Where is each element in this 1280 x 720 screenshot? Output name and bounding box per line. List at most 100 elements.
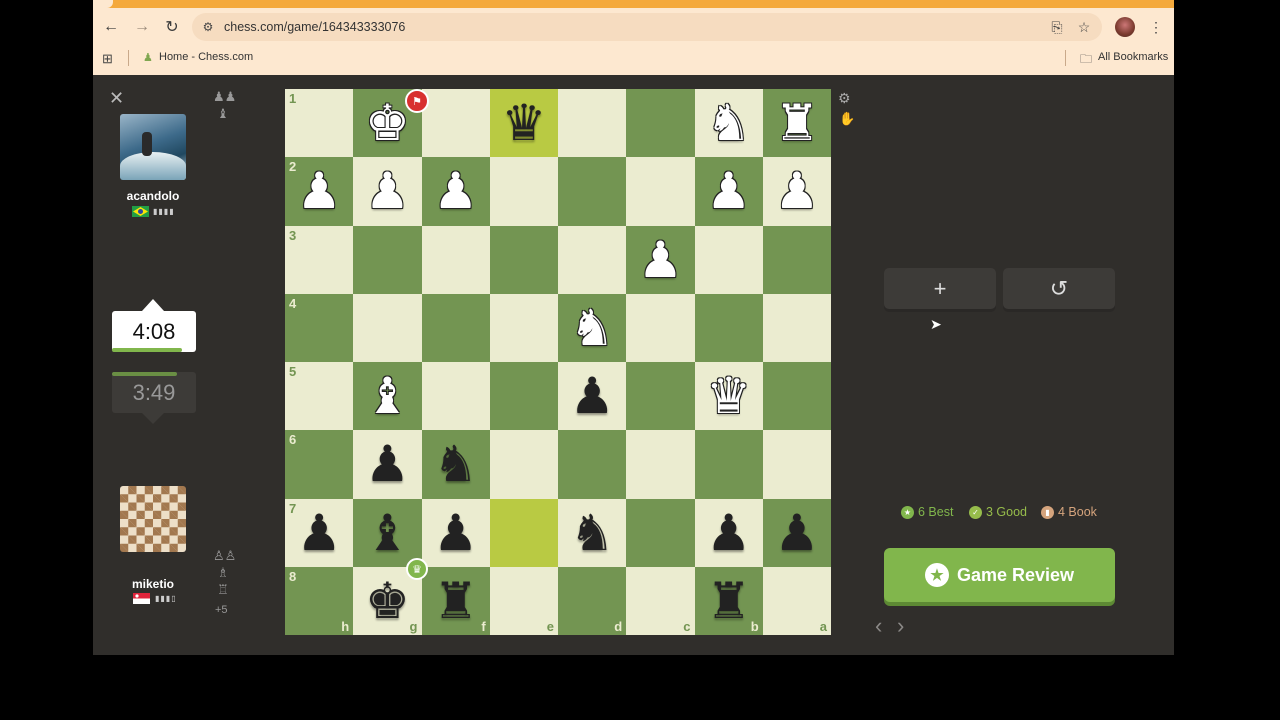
square-h4[interactable]: 4 — [285, 293, 354, 362]
square-c2[interactable] — [626, 157, 695, 226]
square-b5[interactable]: ♛ — [694, 362, 763, 431]
white-piece-c3[interactable]: ♟ — [626, 226, 694, 294]
square-d3[interactable] — [558, 225, 627, 294]
square-b3[interactable] — [694, 225, 763, 294]
square-a2[interactable]: ♟ — [762, 157, 831, 226]
forward-icon[interactable]: → — [130, 15, 154, 39]
avatar[interactable] — [120, 114, 186, 180]
black-piece-d7[interactable]: ♞ — [558, 499, 626, 567]
black-piece-g6[interactable]: ♟ — [353, 430, 421, 498]
top-player-name[interactable]: acandolo — [103, 189, 203, 203]
square-a3[interactable] — [762, 225, 831, 294]
square-b1[interactable]: ♞ — [694, 89, 763, 158]
rematch-button[interactable]: ↺ — [1003, 268, 1115, 309]
black-piece-f8[interactable]: ♜ — [422, 567, 490, 635]
square-b6[interactable] — [694, 430, 763, 499]
square-a1[interactable]: ♜ — [762, 89, 831, 158]
close-icon[interactable]: ✕ — [109, 88, 124, 109]
square-d6[interactable] — [558, 430, 627, 499]
game-review-button[interactable]: ★ Game Review — [884, 548, 1115, 602]
square-g6[interactable]: ♟ — [353, 430, 422, 499]
profile-avatar[interactable] — [1115, 17, 1135, 37]
white-piece-d4[interactable]: ♞ — [558, 294, 626, 362]
square-g7[interactable]: ♝ — [353, 498, 422, 567]
square-a6[interactable] — [762, 430, 831, 499]
black-piece-b7[interactable]: ♟ — [695, 499, 763, 567]
black-piece-f6[interactable]: ♞ — [422, 430, 490, 498]
square-f4[interactable] — [421, 293, 490, 362]
square-c4[interactable] — [626, 293, 695, 362]
black-piece-d5[interactable]: ♟ — [558, 362, 626, 430]
square-d7[interactable]: ♞ — [558, 498, 627, 567]
white-piece-g2[interactable]: ♟ — [353, 157, 421, 225]
white-piece-b2[interactable]: ♟ — [695, 157, 763, 225]
square-h6[interactable]: 6 — [285, 430, 354, 499]
square-e3[interactable] — [489, 225, 558, 294]
square-f5[interactable] — [421, 362, 490, 431]
square-d8[interactable]: d — [558, 566, 627, 635]
next-arrow-icon[interactable]: › — [897, 613, 904, 639]
square-b4[interactable] — [694, 293, 763, 362]
black-piece-b8[interactable]: ♜ — [695, 567, 763, 635]
square-c7[interactable] — [626, 498, 695, 567]
square-h1[interactable]: 1 — [285, 89, 354, 158]
site-settings-icon[interactable]: ⚙ — [199, 18, 217, 36]
square-c3[interactable]: ♟ — [626, 225, 695, 294]
active-tab[interactable] — [93, 0, 113, 8]
square-e2[interactable] — [489, 157, 558, 226]
white-piece-b1[interactable]: ♞ — [695, 89, 763, 157]
white-piece-h2[interactable]: ♟ — [285, 157, 353, 225]
square-c1[interactable] — [626, 89, 695, 158]
square-f7[interactable]: ♟ — [421, 498, 490, 567]
square-g5[interactable]: ♝ — [353, 362, 422, 431]
white-piece-a2[interactable]: ♟ — [763, 157, 831, 225]
bottom-player-name[interactable]: miketio — [103, 577, 203, 591]
black-piece-e1[interactable]: ♛ — [490, 89, 558, 157]
black-piece-a7[interactable]: ♟ — [763, 499, 831, 567]
square-c5[interactable] — [626, 362, 695, 431]
square-e7[interactable] — [489, 498, 558, 567]
back-icon[interactable]: ← — [99, 15, 123, 39]
white-piece-f2[interactable]: ♟ — [422, 157, 490, 225]
black-piece-h7[interactable]: ♟ — [285, 499, 353, 567]
white-piece-a1[interactable]: ♜ — [763, 89, 831, 157]
square-b8[interactable]: b ♜ — [694, 566, 763, 635]
square-c6[interactable] — [626, 430, 695, 499]
reaction-icon[interactable]: ✋ — [839, 111, 855, 127]
square-a7[interactable]: ♟ — [762, 498, 831, 567]
square-h5[interactable]: 5 — [285, 362, 354, 431]
square-e6[interactable] — [489, 430, 558, 499]
install-icon[interactable]: ⎘ — [1046, 16, 1068, 38]
square-a4[interactable] — [762, 293, 831, 362]
all-bookmarks[interactable]: All Bookmarks — [1098, 51, 1168, 63]
square-h2[interactable]: 2 ♟ — [285, 157, 354, 226]
square-e4[interactable] — [489, 293, 558, 362]
avatar[interactable] — [120, 486, 186, 552]
square-d2[interactable] — [558, 157, 627, 226]
square-d4[interactable]: ♞ — [558, 293, 627, 362]
gear-icon[interactable]: ⚙ — [838, 90, 851, 107]
square-d5[interactable]: ♟ — [558, 362, 627, 431]
square-e8[interactable]: e — [489, 566, 558, 635]
square-g2[interactable]: ♟ — [353, 157, 422, 226]
square-h8[interactable]: 8h — [285, 566, 354, 635]
bookmark-home[interactable]: Home - Chess.com — [159, 51, 253, 63]
square-b7[interactable]: ♟ — [694, 498, 763, 567]
white-piece-b5[interactable]: ♛ — [695, 362, 763, 430]
black-piece-g7[interactable]: ♝ — [353, 499, 421, 567]
square-a8[interactable]: a — [762, 566, 831, 635]
square-g4[interactable] — [353, 293, 422, 362]
square-h7[interactable]: 7 ♟ — [285, 498, 354, 567]
reload-icon[interactable]: ↻ — [160, 15, 184, 39]
square-d1[interactable] — [558, 89, 627, 158]
square-e5[interactable] — [489, 362, 558, 431]
square-b2[interactable]: ♟ — [694, 157, 763, 226]
previous-arrow-icon[interactable]: ‹ — [875, 613, 882, 639]
square-a5[interactable] — [762, 362, 831, 431]
square-f6[interactable]: ♞ — [421, 430, 490, 499]
square-h3[interactable]: 3 — [285, 225, 354, 294]
square-e1[interactable]: ♛ — [489, 89, 558, 158]
square-f3[interactable] — [421, 225, 490, 294]
apps-grid-icon[interactable]: ⊞ — [102, 51, 113, 67]
square-f2[interactable]: ♟ — [421, 157, 490, 226]
